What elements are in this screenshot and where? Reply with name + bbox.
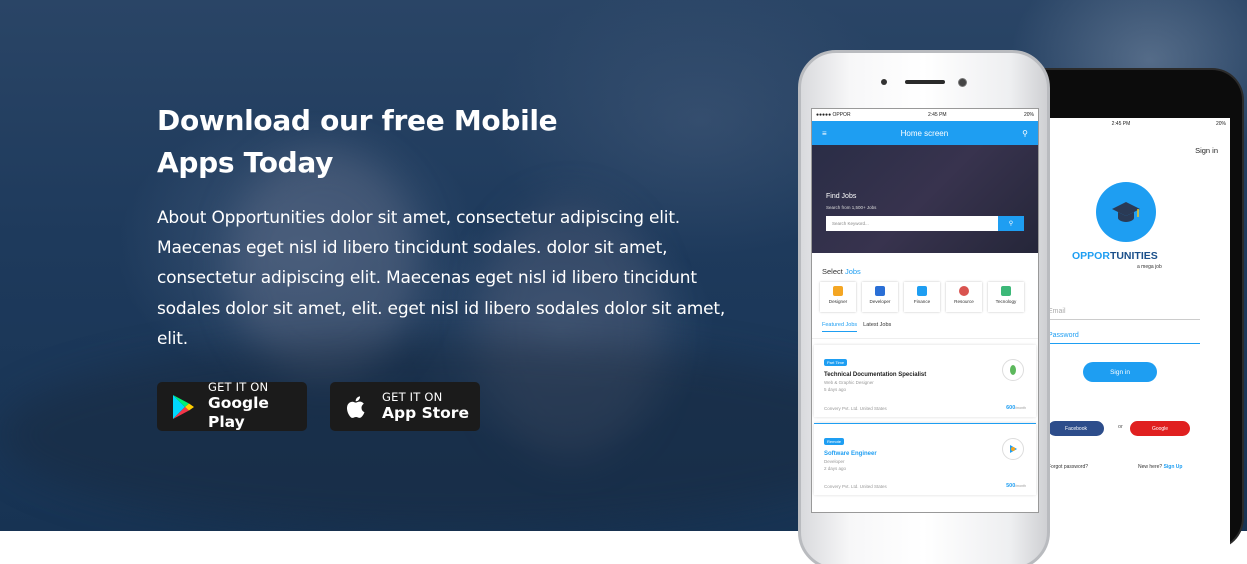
category-label: Designer: [828, 299, 848, 304]
company-logo-icon: [1002, 438, 1024, 460]
app-store-label: App Store: [382, 403, 469, 422]
home-screen: ●●●●● OPPOR 2:45 PM 20% ≡ Home screen ⚲ …: [811, 108, 1039, 513]
google-play-label: Google Play: [207, 394, 269, 431]
job-title: Software Engineer: [824, 451, 877, 457]
search-input[interactable]: Search Keyword...: [826, 216, 998, 231]
banner-title: Find Jobs: [826, 193, 857, 200]
google-button[interactable]: Google: [1130, 421, 1190, 436]
app-header-title: Home screen: [900, 128, 949, 138]
job-salary-unit: /month: [1015, 406, 1026, 410]
job-salary-amount: 500: [1006, 483, 1016, 489]
brand-part-1: OPPOR: [1072, 250, 1110, 262]
app-header: ≡ Home screen ⚲: [812, 121, 1038, 145]
status-battery: 20%: [1215, 121, 1226, 127]
login-screen: 2:45 PM 20% Sign in OPPORTUNITIES a mega…: [1022, 118, 1230, 561]
category-list: Designer Developer Finance Resource Tecn…: [812, 282, 1038, 312]
sign-in-button[interactable]: Sign in: [1083, 362, 1157, 382]
category-designer[interactable]: Designer: [820, 282, 856, 312]
job-salary-unit: /month: [1015, 484, 1026, 488]
search-button-icon[interactable]: ⚲: [998, 216, 1024, 231]
select-jobs-heading: Select Jobs: [812, 253, 1038, 282]
tab-latest-jobs[interactable]: Latest Jobs: [863, 322, 891, 332]
category-label: Developer: [869, 299, 891, 304]
developer-icon: [875, 286, 885, 296]
job-salary: 500/month: [1006, 483, 1026, 489]
find-jobs-banner: Find Jobs Search from 1,500+ Jobs Search…: [812, 145, 1038, 253]
brand-logo-text: OPPORTUNITIES: [1072, 250, 1158, 262]
hero-title-line-2: Apps Today: [157, 146, 334, 179]
status-time: 2:45 PM: [927, 112, 947, 118]
finance-icon: [917, 286, 927, 296]
category-label: Finance: [913, 299, 931, 304]
job-card[interactable]: Part Time Technical Documentation Specia…: [814, 345, 1036, 417]
job-tabs: Featured Jobs Latest Jobs: [812, 312, 1038, 339]
designer-icon: [833, 286, 843, 296]
job-location: Convery Pvt. Ltd. United States: [824, 406, 887, 411]
status-time: 2:45 PM: [1111, 121, 1131, 127]
or-divider: or: [1118, 424, 1123, 430]
job-category: Developer: [824, 459, 845, 464]
google-play-icon: [171, 393, 196, 421]
job-posted-time: 2 days ago: [824, 466, 847, 471]
category-finance[interactable]: Finance: [904, 282, 940, 312]
sign-in-link[interactable]: Sign in: [1195, 146, 1218, 155]
select-highlight: Jobs: [844, 267, 861, 276]
brand-tagline: a mega job: [1137, 264, 1162, 270]
app-store-button[interactable]: GET IT ON App Store: [330, 382, 480, 431]
sign-up-link[interactable]: Sign Up: [1164, 464, 1183, 470]
hero-description: About Opportunities dolor sit amet, cons…: [157, 208, 726, 349]
apple-icon: [344, 393, 370, 421]
front-phone-mockup: ●●●●● OPPOR 2:45 PM 20% ≡ Home screen ⚲ …: [798, 50, 1050, 564]
status-battery: 20%: [1023, 112, 1034, 118]
job-type-badge: Part Time: [824, 359, 848, 366]
job-salary-amount: 600: [1006, 405, 1016, 411]
category-resource[interactable]: Resource: [946, 282, 982, 312]
front-camera: [958, 78, 967, 87]
search-icon[interactable]: ⚲: [1022, 129, 1028, 138]
menu-icon[interactable]: ≡: [822, 129, 827, 138]
status-carrier: ●●●●● OPPOR: [816, 112, 851, 118]
brand-part-2: TUNITIES: [1109, 250, 1158, 262]
hero-title: Download our free Mobile Apps Today: [157, 100, 577, 184]
app-store-small-label: GET IT ON: [382, 389, 443, 404]
sensor-dot: [881, 79, 887, 85]
status-bar: 2:45 PM 20%: [1022, 118, 1230, 130]
new-here-text: New here?: [1138, 464, 1163, 470]
email-field[interactable]: Email: [1048, 308, 1200, 320]
job-type-badge: Remote: [824, 438, 845, 445]
banner-subtitle: Search from 1,500+ Jobs: [826, 205, 877, 210]
google-play-small-label: GET IT ON: [207, 380, 269, 394]
hero-title-line-1: Download our free Mobile: [157, 104, 558, 137]
tab-featured-jobs[interactable]: Featured Jobs: [822, 322, 858, 332]
job-card[interactable]: Remote Software Engineer Developer 2 day…: [814, 423, 1036, 495]
job-location: Convery Pvt. Ltd. United States: [824, 484, 887, 489]
category-label: Resource: [954, 299, 974, 304]
sign-up-prompt: New here? Sign Up: [1138, 464, 1182, 470]
forgot-password-link[interactable]: Forgot password?: [1048, 464, 1088, 470]
status-bar: ●●●●● OPPOR 2:45 PM 20%: [812, 109, 1038, 121]
job-salary: 600/month: [1006, 405, 1026, 411]
graduation-cap-icon: [1096, 182, 1156, 242]
wifi-icon: [1001, 286, 1011, 296]
job-category: Web & Graphic Designer: [824, 380, 874, 385]
job-search-bar[interactable]: Search Keyword... ⚲: [826, 216, 1024, 231]
background-table-shape: [0, 340, 900, 530]
password-field[interactable]: Password: [1048, 332, 1200, 344]
category-label: Tecnology: [995, 299, 1017, 304]
speaker-grille: [905, 80, 945, 84]
category-technology[interactable]: Tecnology: [988, 282, 1024, 312]
category-developer[interactable]: Developer: [862, 282, 898, 312]
select-prefix: Select: [822, 267, 843, 276]
facebook-button[interactable]: Facebook: [1048, 421, 1104, 436]
company-logo-icon: [1002, 359, 1024, 381]
google-play-button[interactable]: GET IT ON Google Play: [157, 380, 307, 431]
resource-icon: [959, 286, 969, 296]
job-posted-time: 5 days ago: [824, 387, 847, 392]
job-title: Technical Documentation Specialist: [824, 372, 927, 378]
